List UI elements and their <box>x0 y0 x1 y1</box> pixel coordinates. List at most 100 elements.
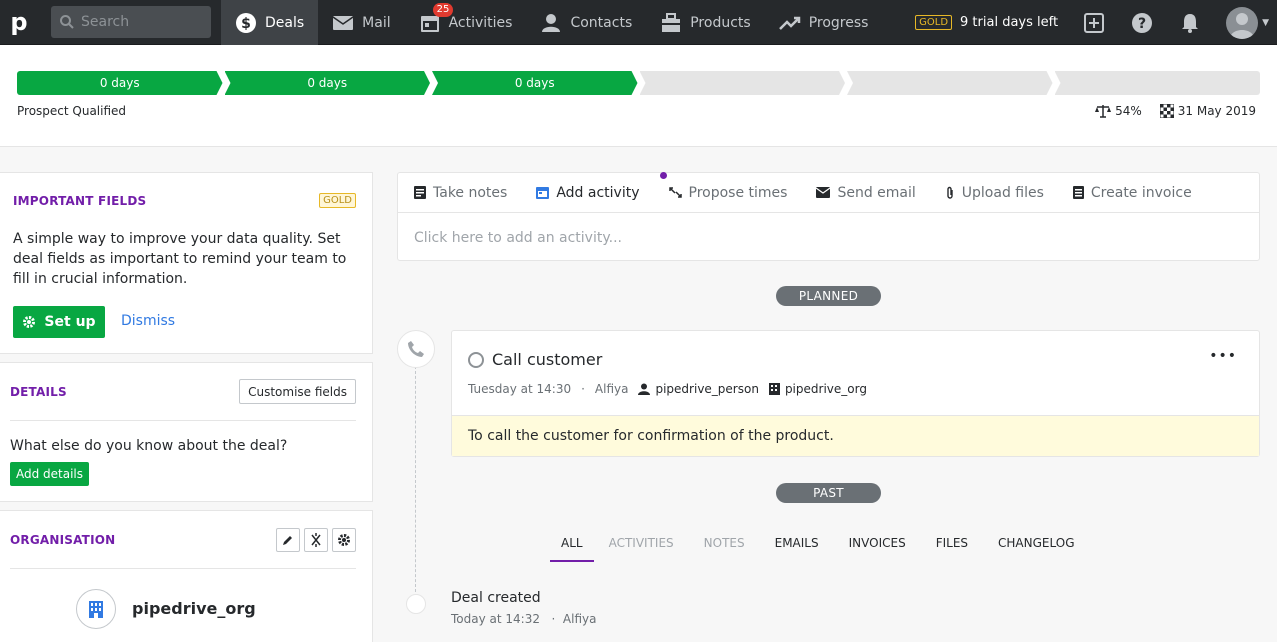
activity-title[interactable]: Call customer <box>492 350 602 369</box>
deal-stage-header: 0 days 0 days 0 days Prospect Qualified … <box>0 45 1277 147</box>
pipeline-stage[interactable] <box>847 71 1053 95</box>
organisation-name[interactable]: pipedrive_org <box>132 599 256 618</box>
timeline-line <box>415 366 416 592</box>
main-nav: $ Deals Mail 25 Activities Contacts Prod… <box>221 0 882 45</box>
nav-label: Progress <box>808 14 869 31</box>
filter-activities[interactable]: ACTIVITIES <box>598 536 685 562</box>
filter-invoices[interactable]: INVOICES <box>838 536 917 562</box>
stage-duration: 0 days <box>514 76 555 90</box>
filter-notes[interactable]: NOTES <box>693 536 756 562</box>
nav-label: Activities <box>448 14 513 31</box>
bell-icon[interactable] <box>1178 11 1202 35</box>
pipeline-stage[interactable]: 0 days <box>432 71 638 95</box>
add-details-button[interactable]: Add details <box>10 462 89 486</box>
trial-days[interactable]: 9 trial days left <box>960 15 1058 30</box>
nav-deals[interactable]: $ Deals <box>221 0 319 45</box>
top-nav: p $ Deals Mail 25 Activities Contacts Pr… <box>0 0 1277 45</box>
gear-icon <box>338 534 350 546</box>
tab-label: Create invoice <box>1090 184 1192 201</box>
help-icon[interactable]: ? <box>1130 11 1154 35</box>
user-avatar[interactable] <box>1226 6 1259 39</box>
pipeline-stages: 0 days 0 days 0 days <box>17 71 1260 95</box>
gold-plan-badge[interactable]: GOLD <box>915 15 953 30</box>
edit-button[interactable] <box>276 528 300 552</box>
nav-mail[interactable]: Mail <box>318 0 404 45</box>
close-date-value: 31 May 2019 <box>1177 104 1256 118</box>
activity-person[interactable]: pipedrive_person <box>638 382 759 396</box>
pipeline-stage[interactable]: 0 days <box>17 71 223 95</box>
person-icon <box>638 383 651 395</box>
tab-add-activity[interactable]: Add activity <box>536 184 640 201</box>
customise-fields-button[interactable]: Customise fields <box>239 379 356 404</box>
nav-label: Deals <box>265 14 305 31</box>
unlink-icon <box>311 533 321 547</box>
filter-all[interactable]: ALL <box>550 536 594 562</box>
envelope-icon <box>816 187 831 198</box>
dismiss-link[interactable]: Dismiss <box>121 313 175 329</box>
nav-progress[interactable]: Progress <box>765 0 883 45</box>
setup-label: Set up <box>44 314 96 330</box>
org-name: pipedrive_org <box>784 382 867 396</box>
tab-create-invoice[interactable]: Create invoice <box>1072 184 1192 201</box>
propose-times-icon <box>668 187 682 198</box>
panel-title: IMPORTANT FIELDS <box>13 194 147 208</box>
quick-add-icon[interactable] <box>1082 11 1106 35</box>
person-icon <box>540 12 562 34</box>
probability[interactable]: 54% <box>1095 104 1142 118</box>
building-icon <box>768 383 780 395</box>
created-time: Today at 14:32 <box>451 612 540 626</box>
chevron-down-icon[interactable]: ▼ <box>1262 18 1269 28</box>
more-options-icon[interactable]: ••• <box>1209 348 1237 364</box>
activity-card: Call customer ••• Tuesday at 14:30 · Alf… <box>451 330 1260 457</box>
panel-title: DETAILS <box>10 385 67 399</box>
tab-send-email[interactable]: Send email <box>816 185 916 201</box>
tab-propose-times[interactable]: Propose times <box>659 171 787 201</box>
nav-products[interactable]: Products <box>646 0 764 45</box>
setup-button[interactable]: Set up <box>13 306 105 338</box>
top-right-tools: GOLD 9 trial days left ? ▼ <box>915 0 1277 45</box>
building-icon <box>76 589 116 629</box>
filter-changelog[interactable]: CHANGELOG <box>987 536 1085 562</box>
person-name: pipedrive_person <box>655 382 759 396</box>
nav-activities[interactable]: 25 Activities <box>405 0 527 45</box>
settings-button[interactable] <box>332 528 356 552</box>
search-box[interactable] <box>51 6 211 38</box>
activity-org[interactable]: pipedrive_org <box>768 382 867 396</box>
scale-icon <box>1095 105 1112 118</box>
filter-files[interactable]: FILES <box>925 536 979 562</box>
organisation-tools <box>272 528 356 552</box>
activity-owner: Alfiya <box>594 382 629 396</box>
paperclip-icon <box>947 186 953 199</box>
deal-meta: 54% 31 May 2019 <box>1077 104 1256 118</box>
filter-emails[interactable]: EMAILS <box>764 536 830 562</box>
panel-title: ORGANISATION <box>10 533 116 547</box>
search-input[interactable] <box>81 14 201 30</box>
expected-close-date[interactable]: 31 May 2019 <box>1159 104 1256 118</box>
activity-input-placeholder[interactable]: Click here to add an activity... <box>414 230 622 246</box>
pipedrive-logo[interactable]: p <box>0 0 38 45</box>
important-fields-panel: IMPORTANT FIELDS GOLD A simple way to im… <box>0 172 373 354</box>
planned-section-label: PLANNED <box>776 286 881 306</box>
nav-label: Mail <box>362 14 391 31</box>
pipeline-stage[interactable] <box>1054 71 1260 95</box>
created-owner: Alfiya <box>562 612 597 626</box>
activity-meta: Tuesday at 14:30 · Alfiya pipedrive_pers… <box>468 382 877 396</box>
mark-done-checkbox[interactable] <box>468 352 484 368</box>
envelope-icon <box>332 12 354 34</box>
nav-label: Products <box>690 14 751 31</box>
tab-take-notes[interactable]: Take notes <box>414 185 507 201</box>
current-stage-name: Prospect Qualified <box>17 104 127 118</box>
pipeline-stage[interactable]: 0 days <box>225 71 431 95</box>
probability-value: 54% <box>1115 104 1142 118</box>
svg-text:?: ? <box>1138 16 1146 32</box>
nav-contacts[interactable]: Contacts <box>526 0 646 45</box>
tab-label: Add activity <box>556 184 640 201</box>
composer-tabs: Take notes Add activity Propose times Se… <box>398 171 1259 213</box>
history-filter-tabs: ALL ACTIVITIES NOTES EMAILS INVOICES FIL… <box>550 536 1086 562</box>
tab-upload-files[interactable]: Upload files <box>945 185 1044 201</box>
pipeline-stage[interactable] <box>640 71 846 95</box>
invoice-icon <box>1072 186 1084 199</box>
unlink-button[interactable] <box>304 528 328 552</box>
organisation-panel: ORGANISATION pipedrive_org <box>0 510 373 642</box>
separator-dot: · <box>581 382 585 396</box>
